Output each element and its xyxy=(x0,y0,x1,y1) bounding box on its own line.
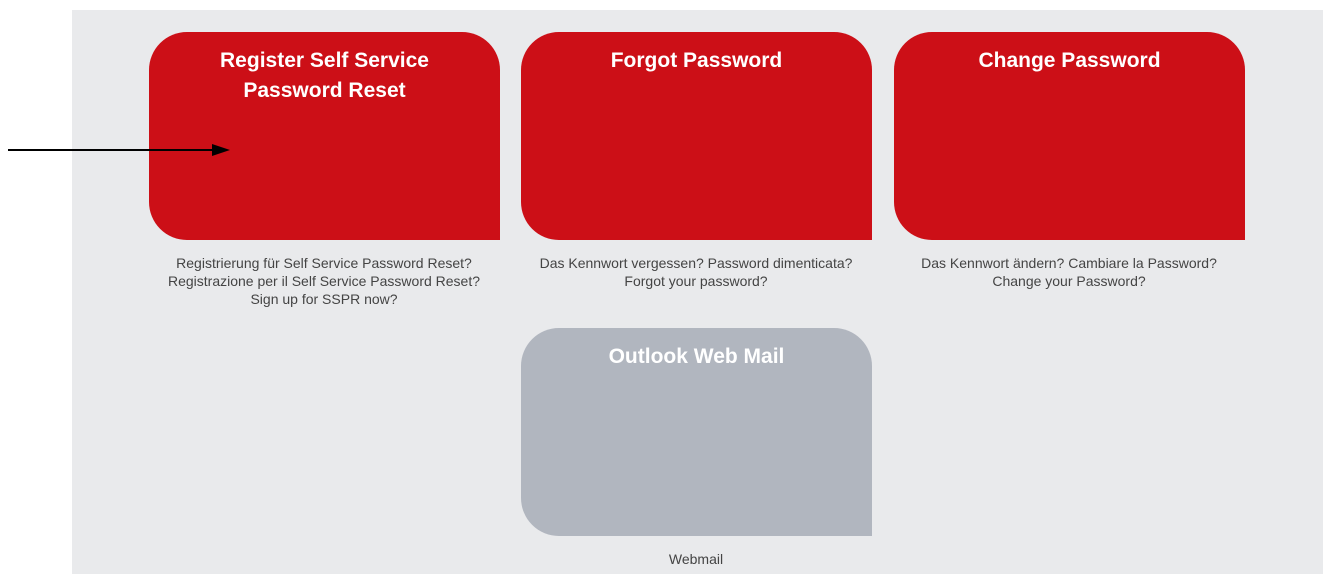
forgot-password-caption: Das Kennwort vergessen? Password dimenti… xyxy=(506,254,886,290)
caption-line: Registrazione per il Self Service Passwo… xyxy=(167,273,481,289)
arrow-right-icon xyxy=(8,144,230,156)
register-sspr-caption: Registrierung für Self Service Password … xyxy=(134,254,514,308)
forgot-password-tile[interactable]: Forgot Password xyxy=(521,32,872,240)
outlook-web-mail-caption: Webmail xyxy=(506,550,886,568)
caption-line: Sign up for SSPR now? xyxy=(250,291,398,307)
caption-line: Forgot your password? xyxy=(624,273,768,289)
caption-line: Registrierung für Self Service Password … xyxy=(176,255,472,271)
forgot-password-title: Forgot Password xyxy=(610,49,783,72)
change-password-tile[interactable]: Change Password xyxy=(894,32,1245,240)
outlook-web-mail-tile[interactable]: Outlook Web Mail xyxy=(521,328,872,536)
change-password-caption: Das Kennwort ändern? Cambiare la Passwor… xyxy=(879,254,1259,290)
caption-line: Change your Password? xyxy=(992,273,1146,289)
register-sspr-title: Register Self Service Password Reset xyxy=(220,49,429,102)
caption-line: Webmail xyxy=(668,551,724,567)
outlook-web-mail-title: Outlook Web Mail xyxy=(608,345,785,368)
caption-line: Das Kennwort vergessen? Password dimenti… xyxy=(539,255,853,271)
register-sspr-tile[interactable]: Register Self Service Password Reset xyxy=(149,32,500,240)
tiles-panel: Register Self Service Password Reset Reg… xyxy=(72,10,1323,574)
change-password-title: Change Password xyxy=(978,49,1161,72)
caption-line: Das Kennwort ändern? Cambiare la Passwor… xyxy=(921,255,1217,271)
